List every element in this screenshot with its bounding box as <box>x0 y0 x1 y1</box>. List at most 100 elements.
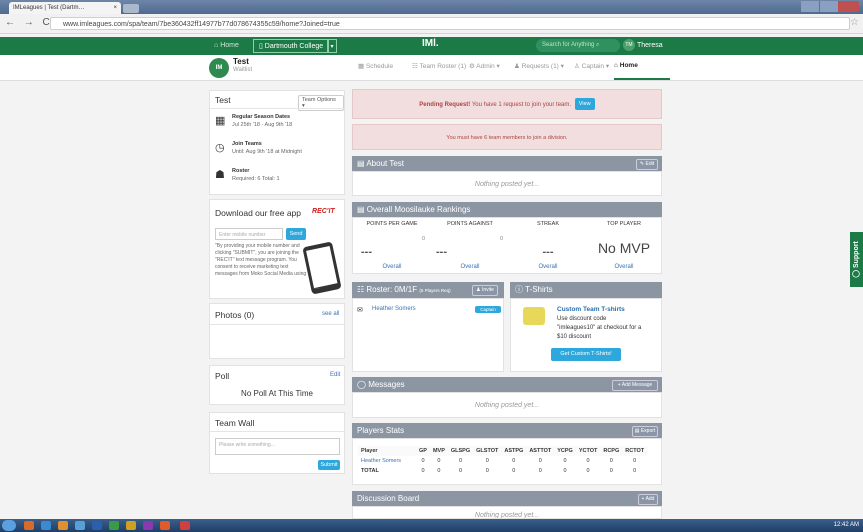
maximize-icon[interactable] <box>820 1 838 12</box>
taskbar-app-icon[interactable] <box>92 521 102 530</box>
avatar[interactable]: TM <box>623 39 635 51</box>
home-icon: ⌂ <box>614 62 618 69</box>
rank-ppg-link[interactable]: Overall <box>353 264 431 270</box>
browser-nav-buttons[interactable]: ← → C <box>5 17 53 28</box>
col-ycpg: YCPG <box>554 446 576 456</box>
no-poll-text: No Poll At This Time <box>241 389 313 398</box>
rank-ppg-label: POINTS PER GAME <box>366 221 418 227</box>
rank-top-link[interactable]: Overall <box>587 264 661 270</box>
doc-icon: ▤ <box>357 205 365 214</box>
roster-req: (6 Players Req) <box>419 288 451 293</box>
about-header: ▤ About Test ✎ Edit <box>352 156 662 171</box>
tshirt-line3: $10 discount <box>557 334 592 340</box>
cell: 0 <box>563 458 567 464</box>
new-tab-button[interactable] <box>123 4 139 13</box>
tshirt-heading[interactable]: Custom Team T-shirts <box>557 306 625 313</box>
users-icon: ☗ <box>215 169 225 181</box>
get-tshirts-button[interactable]: Get Custom T-Shirts! <box>551 348 621 361</box>
see-all-link[interactable]: see all <box>322 311 339 317</box>
bookmark-star-icon[interactable]: ☆ <box>850 17 859 28</box>
invite-label: Invite <box>481 287 494 293</box>
tshirt-line2: "imleagues10" at checkout for a <box>557 325 642 331</box>
taskbar-app-icon[interactable] <box>143 521 153 530</box>
taskbar-app-icon[interactable] <box>126 521 136 530</box>
person-icon: ♙ <box>574 63 580 70</box>
cell: 0 <box>586 468 590 474</box>
taskbar-app-icon[interactable] <box>24 521 34 530</box>
cell: 0 <box>538 458 542 464</box>
taskbar-app-icon[interactable] <box>58 521 68 530</box>
roster-title-text: Roster: 0M/1F <box>366 285 418 294</box>
search-input[interactable]: Search for Anything ⌕ <box>536 39 620 52</box>
tab-captain-label: Captain <box>581 63 605 70</box>
rankings-panel: POINTS PER GAME 0 --- Overall POINTS AGA… <box>352 217 662 274</box>
submit-button[interactable]: Submit <box>318 460 340 470</box>
stats-panel: Player GP MVP GLSPG GLSTOT ASTPG ASTTOT … <box>352 438 662 485</box>
cell: 0 <box>437 458 441 464</box>
tshirts-header: ⓘ T-Shirts <box>510 282 662 298</box>
rank-streak-dash: --- <box>542 246 554 258</box>
site-home-link[interactable]: ⌂ Home <box>214 37 239 55</box>
window-controls[interactable] <box>801 1 859 12</box>
photos-title: Photos (0) <box>215 310 255 320</box>
browser-tab[interactable]: IMLeagues | Test (Dartm… × <box>9 2 121 14</box>
rank-streak-link[interactable]: Overall <box>509 264 587 270</box>
envelope-icon[interactable]: ✉ <box>357 306 363 314</box>
team-options-label: Team Options <box>302 97 336 103</box>
url-field[interactable]: www.imleagues.com/spa/team/7be360432ff14… <box>50 17 850 30</box>
rank-ppg-dash: --- <box>361 246 372 258</box>
tab-close-icon[interactable]: × <box>113 2 117 14</box>
clock-icon: ◷ <box>215 142 225 154</box>
tshirts-title: ⓘ T-Shirts <box>515 282 553 298</box>
taskbar-app-icon[interactable] <box>75 521 85 530</box>
pending-text: You have 1 request to join your team. <box>471 102 572 108</box>
site-logo[interactable]: IMl. <box>422 38 439 49</box>
tab-roster[interactable]: ☷ Team Roster (1) <box>412 62 466 70</box>
about-edit-button[interactable]: ✎ Edit <box>636 159 658 170</box>
chevron-down-icon[interactable]: ▾ <box>327 39 337 53</box>
username[interactable]: Theresa <box>637 37 663 55</box>
mobile-number-input[interactable]: Enter mobile number <box>215 228 283 240</box>
cell: 0 <box>437 468 441 474</box>
tab-admin[interactable]: ⚙ Admin ▾ <box>469 62 500 70</box>
col-glspg: GLSPG <box>447 446 474 456</box>
stats-title: Players Stats <box>357 426 405 435</box>
team-info-panel: Test Team Options ▾ ▦ Regular Season Dat… <box>209 90 345 195</box>
send-button[interactable]: Send <box>286 228 306 240</box>
add-message-button[interactable]: + Add Message <box>612 380 658 391</box>
add-label: Add <box>645 496 655 502</box>
export-button[interactable]: ▤ Export <box>632 426 658 437</box>
tab-captain[interactable]: ♙ Captain ▾ <box>574 62 609 70</box>
poll-edit-link[interactable]: Edit <box>330 372 340 378</box>
discussion-add-button[interactable]: + Add <box>638 494 658 505</box>
view-request-button[interactable]: View <box>574 98 595 111</box>
tab-schedule[interactable]: ▦ Schedule <box>358 62 393 70</box>
minimize-icon[interactable] <box>801 1 819 12</box>
wall-post-input[interactable]: Please write something... <box>215 438 340 455</box>
roster-header: ☷ Roster: 0M/1F (6 Players Req) ♟ Invite <box>352 282 504 298</box>
search-placeholder: Search for Anything <box>542 42 595 48</box>
cell: 0 <box>458 458 463 464</box>
taskbar-app-icon[interactable] <box>180 521 190 530</box>
stats-header-row: Player GP MVP GLSPG GLSTOT ASTPG ASTTOT … <box>358 446 648 456</box>
invite-button[interactable]: ♟ Invite <box>472 285 498 296</box>
join-title: Join Teams <box>232 141 262 147</box>
roster-player-link[interactable]: Heather Somers <box>372 306 416 312</box>
college-button[interactable]: ▯ Dartmouth College <box>253 39 330 53</box>
rank-pa-link[interactable]: Overall <box>431 264 509 270</box>
poll-panel: Poll Edit No Poll At This Time <box>209 365 345 405</box>
calendar-icon: ▦ <box>358 63 365 70</box>
taskbar-app-icon[interactable] <box>160 521 170 530</box>
photos-panel: Photos (0) see all <box>209 303 345 359</box>
roster-title: ☷ Roster: 0M/1F (6 Players Req) <box>357 282 451 299</box>
discussion-title: Discussion Board <box>357 494 420 503</box>
start-button[interactable] <box>2 520 16 531</box>
support-tab[interactable]: ◯ Support <box>850 232 863 287</box>
taskbar-app-icon[interactable] <box>41 521 51 530</box>
tshirt-line1: Use discount code <box>557 316 607 322</box>
tab-home[interactable]: ⌂ Home <box>614 62 638 69</box>
tab-requests[interactable]: ♟ Requests (1) ▾ <box>514 62 564 70</box>
more-ellipsis[interactable]: ... <box>314 284 320 291</box>
taskbar-app-icon[interactable] <box>109 521 119 530</box>
player-name-link[interactable]: Heather Somers <box>358 456 416 466</box>
